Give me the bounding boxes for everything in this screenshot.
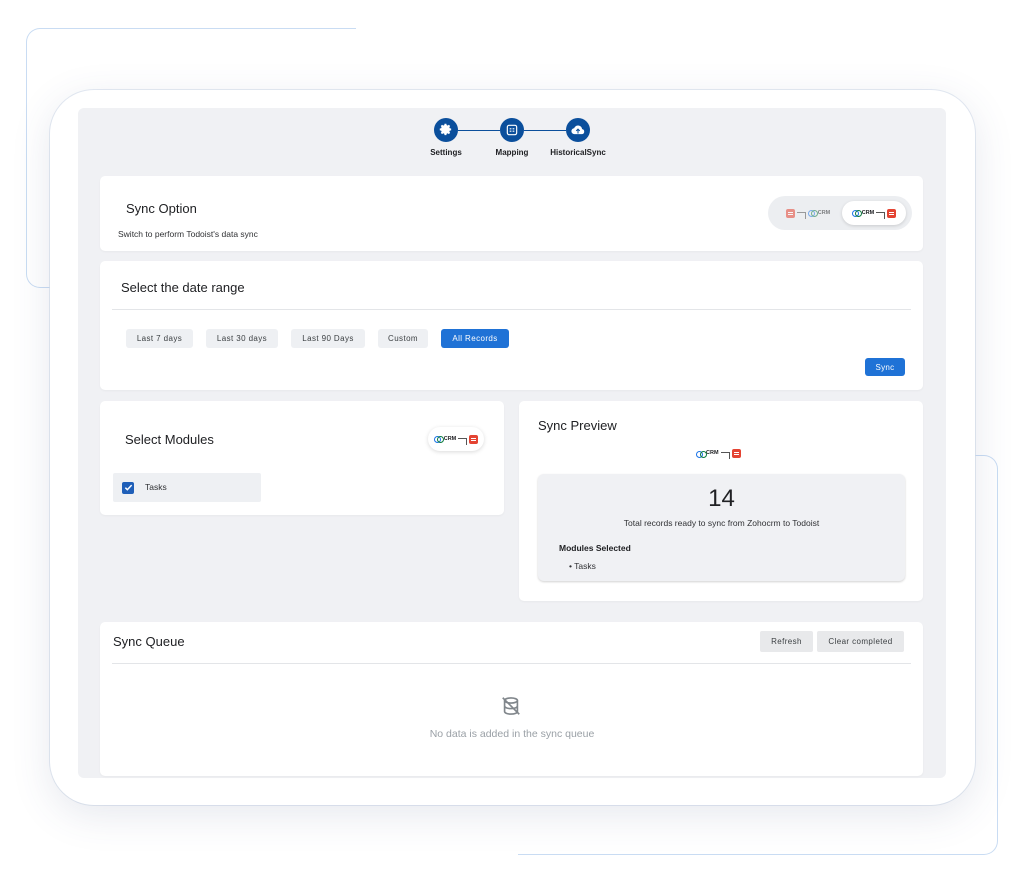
range-custom[interactable]: Custom [378,329,428,348]
modules-selected-title: Modules Selected [559,543,631,553]
sync-preview-title: Sync Preview [538,418,617,433]
zoho-crm-logo-icon: CRM [433,436,456,443]
step-historicalsync[interactable] [566,118,590,142]
select-modules-title: Select Modules [125,432,214,447]
sync-option-subtitle: Switch to perform Todoist's data sync [118,229,258,239]
stepper-connector [458,129,500,131]
direction-crm-to-todoist[interactable]: CRM [842,201,906,225]
database-off-icon [502,697,520,715]
arrow-icon [458,437,468,445]
wizard-stepper: Settings Mapping HistoricalSync [0,118,1024,168]
range-last-7-days[interactable]: Last 7 days [126,329,193,348]
step-label-settings: Settings [430,148,462,157]
divider [112,309,911,310]
refresh-button[interactable]: Refresh [760,631,813,652]
record-count: 14 [708,485,735,512]
record-count-caption: Total records ready to sync from Zohocrm… [623,518,820,528]
clear-completed-button[interactable]: Clear completed [817,631,904,652]
range-last-90-days[interactable]: Last 90 Days [291,329,365,348]
sync-queue-title: Sync Queue [113,634,185,649]
zoho-crm-logo-icon: CRM [696,450,719,458]
checkbox-checked-icon[interactable] [122,481,134,494]
divider [112,663,911,664]
step-mapping[interactable] [500,118,524,142]
sync-button[interactable]: Sync [865,358,905,376]
step-label-historicalsync: HistoricalSync [550,148,606,157]
preview-direction-badge: CRM [696,449,741,459]
direction-todoist-to-crm[interactable]: CRM [776,201,840,225]
date-range-title: Select the date range [121,280,245,295]
sync-direction-toggle[interactable]: CRM CRM [768,196,912,230]
module-direction-badge: CRM [428,427,484,451]
zoho-crm-logo-icon: CRM [807,210,830,217]
stepper-connector [524,129,566,131]
arrow-icon [876,211,886,219]
zoho-crm-logo-icon: CRM [851,210,874,217]
module-label: Tasks [145,482,167,492]
todoist-logo-icon [887,208,897,218]
empty-queue-message: No data is added in the sync queue [429,728,595,740]
arrow-icon [796,211,806,219]
modules-selected-item: • Tasks [569,561,596,571]
gear-icon [439,123,452,136]
module-item-tasks[interactable]: Tasks [113,473,261,502]
todoist-logo-icon [785,208,795,218]
todoist-logo-icon [731,449,741,458]
arrow-icon [720,452,730,459]
step-settings[interactable] [434,118,458,142]
step-label-mapping: Mapping [495,148,529,157]
sync-option-title: Sync Option [126,201,197,216]
mapping-icon [506,124,518,136]
range-last-30-days[interactable]: Last 30 days [206,329,278,348]
todoist-logo-icon [469,434,479,444]
range-all-records[interactable]: All Records [441,329,509,348]
cloud-upload-icon [571,125,585,135]
